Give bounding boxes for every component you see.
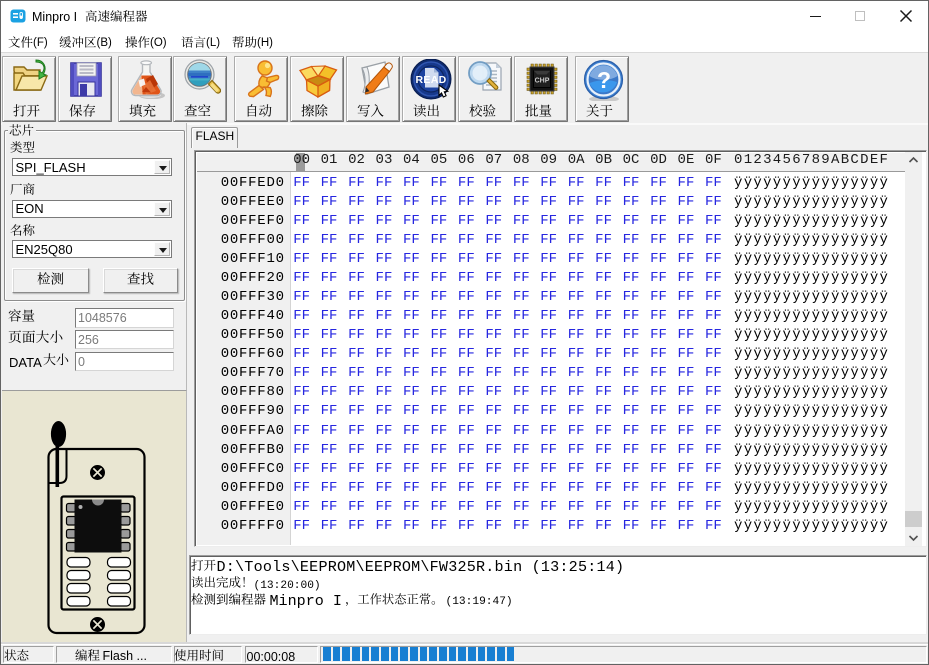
svg-text:?: ?: [597, 67, 611, 93]
svg-text:READ: READ: [416, 74, 447, 86]
svg-text:CHP: CHP: [535, 78, 550, 85]
